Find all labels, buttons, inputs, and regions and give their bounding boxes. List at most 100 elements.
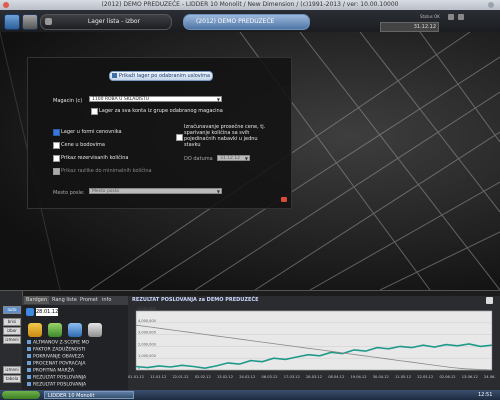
kpi-bullet-icon [27, 382, 31, 386]
status-label: Status OK [420, 14, 440, 19]
kpi-item-label: PROFITNA MARŽA [33, 368, 75, 374]
kpi-bullet-icon [27, 368, 31, 372]
kpi-item[interactable]: REZULTAT POSLOVANJA [27, 375, 125, 381]
result-chart: 5,000,000 4,000,000 3,000,000 2,000,000 1,00… [128, 307, 496, 379]
x-tick-label: 22.05.12 [417, 375, 433, 379]
close-window-icon[interactable] [3, 2, 9, 8]
tab-promet[interactable]: Promet [80, 296, 98, 304]
home-icon[interactable] [4, 14, 20, 30]
reserved-label: Prikaz rezervisanih količina [61, 155, 129, 161]
avg-price-checkbox[interactable] [176, 134, 183, 141]
price-list-label: Lager u formi cenovnika [61, 129, 122, 135]
tab-rang-liste[interactable]: Rang liste [52, 296, 77, 304]
chart-close-icon[interactable] [486, 297, 493, 304]
status-date-field[interactable]: 31.12.12 [380, 22, 439, 32]
tab-company-label: (2012) DEMO PREDUZEĆE [196, 18, 275, 25]
chevron-down-icon: ▼ [216, 97, 220, 102]
mesto-value: Mesto posla [92, 189, 119, 194]
points-label: Cene u bodovima [61, 142, 105, 148]
side-button-izbor[interactable]: izbor [3, 327, 21, 335]
min-diff-checkbox[interactable] [53, 168, 60, 175]
taskbar-clock: 12:51 [478, 392, 493, 398]
table-icon[interactable] [48, 323, 62, 337]
side-button-brisi[interactable]: brisi [3, 318, 21, 326]
x-tick-label: 13.02.12 [217, 375, 233, 379]
print-icon[interactable] [88, 323, 102, 337]
y-tick-label: 4,000,000 [138, 319, 156, 323]
kpi-bullet-icon [27, 354, 31, 358]
taskbar-item[interactable]: LIDDER 10 Monolit [44, 391, 134, 399]
show-report-button-label: Prikaži lager po odabranim uslovima [118, 73, 211, 79]
x-tick-label: 24.06.12 [484, 375, 496, 379]
kpi-item-label: ALTMANOV Z-SCORE MO [33, 340, 90, 346]
y-tick-label: 5,000,000 [138, 307, 156, 311]
y-tick-label: 1,000,000 [138, 354, 156, 358]
kpi-item[interactable]: ALTMANOV Z-SCORE MO [27, 340, 125, 346]
x-tick-label: 02.06.12 [439, 375, 455, 379]
kpi-item[interactable]: FAKTOR ZADUŽENOSTI [27, 347, 125, 353]
kpi-date-field[interactable]: 28.01.12 [36, 308, 58, 316]
price-list-checkbox[interactable] [53, 129, 60, 136]
magacin-value: 1100 ROBA U SKLADIŠTU [92, 97, 150, 102]
x-tick-label: 02.02.12 [195, 375, 211, 379]
x-tick-label: 13.06.12 [462, 375, 478, 379]
points-checkbox[interactable] [53, 142, 60, 149]
back-icon[interactable] [22, 14, 38, 30]
group-accounts-checkbox[interactable] [91, 108, 98, 115]
kpi-item[interactable]: PROCENAT POVRAĆAJA [27, 361, 125, 367]
x-tick-label: 19.04.12 [350, 375, 366, 379]
kpi-item-label: POKRIVANJE OBAVEZA [33, 354, 85, 360]
tab-info[interactable]: info [102, 296, 111, 304]
chevron-down-icon: ▼ [216, 189, 220, 194]
tab-lager-lista[interactable]: Lager lista - izbor [40, 14, 172, 30]
kpi-item[interactable]: PROFITNA MARŽA [27, 368, 125, 374]
mesto-select[interactable]: Mesto posla ▼ [89, 188, 222, 194]
kpi-bullet-icon [27, 361, 31, 365]
maximize-window-icon[interactable] [488, 2, 494, 8]
x-tick-label: 17.03.12 [284, 375, 300, 379]
kpi-bullet-icon [27, 347, 31, 351]
calendar-icon[interactable] [26, 308, 34, 316]
x-tick-label: 22.01.12 [172, 375, 188, 379]
kpi-item[interactable]: REZULTAT POSLOVANJA [27, 382, 125, 388]
kpi-item-label: REZULTAT POSLOVANJA [33, 375, 87, 381]
window-titlebar: (2012) DEMO PREDUZEĆE - LIDDER 10 Monoli… [0, 0, 500, 10]
kpi-bullet-icon [27, 340, 31, 344]
x-tick-label: 11.05.12 [395, 375, 411, 379]
y-tick-label: 2,000,000 [138, 342, 156, 346]
x-tick-label: 08.04.12 [328, 375, 344, 379]
kpi-bullet-icon [27, 375, 31, 379]
bottom-tabs: Bardgen Rang liste Promet info [22, 296, 128, 305]
x-tick-label: 06.03.12 [261, 375, 277, 379]
magacin-select[interactable]: 1100 ROBA U SKLADIŠTU ▼ [89, 96, 222, 102]
magacin-label: Magacin (c) [53, 98, 83, 104]
x-tick-label: 11.01.12 [150, 375, 166, 379]
reserved-checkbox[interactable] [53, 155, 60, 162]
tab-bardgen[interactable]: Bardgen [24, 296, 50, 304]
x-tick-label: 01.01.12 [128, 375, 144, 379]
side-button-tabela[interactable]: tabela [3, 375, 21, 383]
window-title: (2012) DEMO PREDUZEĆE - LIDDER 10 Monoli… [101, 1, 399, 8]
side-button-izmeni-2[interactable]: izmeni [3, 366, 21, 374]
chart-icon[interactable] [28, 323, 42, 337]
side-button-izmeni[interactable]: izmeni [3, 336, 21, 344]
group-accounts-label: Lager za sva konta iz grupe odabranog ma… [99, 108, 223, 114]
settings-icon[interactable] [448, 14, 454, 20]
x-tick-label: 24.02.12 [239, 375, 255, 379]
kpi-panel: 28.01.12 ALTMANOV Z-SCORE MO FAKTOR ZADU… [22, 305, 128, 390]
start-button[interactable] [2, 391, 40, 399]
avg-price-label: Izračunavanje prosečne cene, tj. spariva… [184, 124, 266, 148]
do-datuma-field[interactable]: 31.12.12 ▼ [217, 155, 250, 161]
side-button-auto[interactable]: auto [3, 306, 21, 314]
report-icon [111, 73, 117, 78]
chevron-down-icon: ▼ [244, 156, 248, 161]
kpi-item[interactable]: POKRIVANJE OBAVEZA [27, 354, 125, 360]
export-icon[interactable] [68, 323, 82, 337]
do-datuma-value: 31.12.12 [220, 156, 241, 161]
y-tick-label: 3,000,000 [138, 331, 156, 335]
close-panel-icon[interactable] [281, 197, 287, 202]
tab-company[interactable]: (2012) DEMO PREDUZEĆE [183, 14, 310, 30]
tab-label: Lager lista - izbor [87, 18, 141, 25]
help-icon[interactable] [458, 14, 464, 20]
show-report-button[interactable]: Prikaži lager po odabranim uslovima [109, 71, 213, 81]
